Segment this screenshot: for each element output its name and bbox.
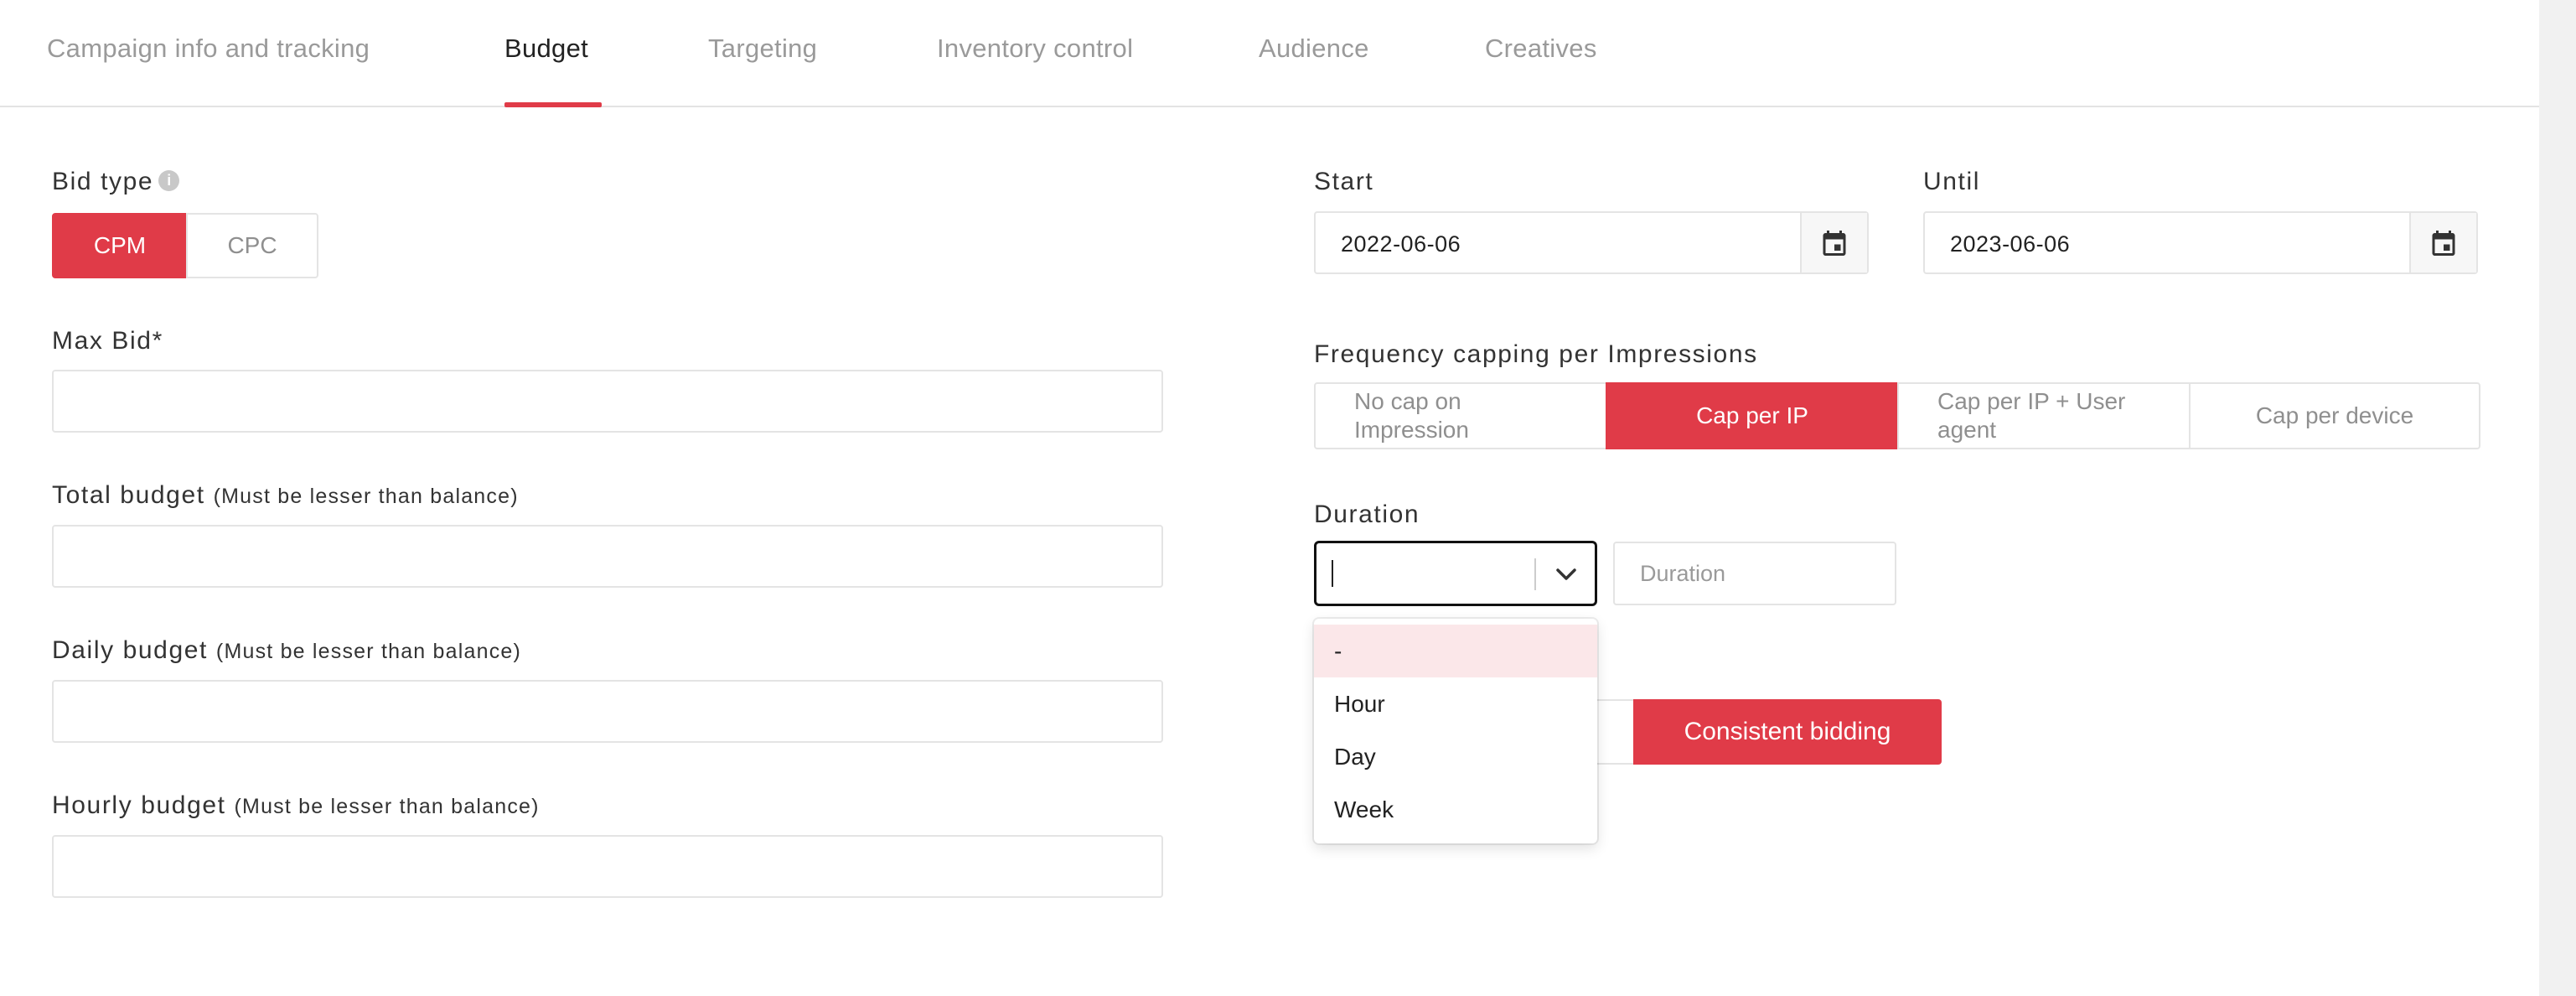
max-bid-input[interactable]: [52, 370, 1163, 433]
bid-type-label: Bid type i: [52, 168, 180, 196]
bid-type-text: Bid type: [52, 168, 154, 195]
freq-no-cap-line2: Impression: [1354, 417, 1469, 443]
until-date-value: 2023-06-06: [1950, 231, 2071, 257]
page-scroll-gutter: [2539, 0, 2576, 996]
calendar-icon: [2432, 230, 2455, 256]
freq-no-cap-label: No cap on Impression: [1354, 387, 1469, 444]
duration-dropdown-menu: - Hour Day Week: [1314, 619, 1597, 843]
duration-select[interactable]: [1314, 541, 1597, 606]
duration-option-day[interactable]: Day: [1314, 730, 1597, 783]
daily-budget-text: Daily budget: [52, 636, 208, 664]
total-budget-label: Total budget (Must be lesser than balanc…: [52, 481, 519, 510]
hourly-budget-input[interactable]: [52, 835, 1163, 898]
tab-budget[interactable]: Budget: [504, 34, 588, 64]
freq-cap-ip-ua-line1: Cap per IP + User: [1937, 388, 2126, 414]
bid-type-cpm-button[interactable]: CPM: [52, 213, 188, 278]
start-label: Start: [1314, 168, 1374, 195]
freq-cap-ip-ua-line2: agent: [1937, 417, 1997, 443]
start-date-field[interactable]: 2022-06-06: [1314, 211, 1869, 274]
hourly-budget-hint: (Must be lesser than balance): [234, 795, 540, 818]
tab-audience[interactable]: Audience: [1259, 34, 1369, 64]
start-calendar-button[interactable]: [1800, 213, 1867, 272]
hourly-budget-text: Hourly budget: [52, 791, 226, 819]
daily-budget-input[interactable]: [52, 680, 1163, 743]
total-budget-text: Total budget: [52, 481, 205, 509]
duration-option-hour[interactable]: Hour: [1314, 677, 1597, 730]
active-tab-indicator: [504, 102, 602, 107]
budget-page: Campaign info and tracking Budget Target…: [0, 0, 2539, 996]
tab-inventory-control[interactable]: Inventory control: [937, 34, 1133, 64]
chevron-down-icon: [1556, 568, 1576, 580]
tab-targeting[interactable]: Targeting: [708, 34, 817, 64]
freq-cap-per-device-button[interactable]: Cap per device: [2189, 382, 2480, 449]
freq-cap-per-ip-ua-button[interactable]: Cap per IP + User agent: [1897, 382, 2191, 449]
bid-type-cpc-button[interactable]: CPC: [186, 213, 318, 278]
duration-option-none[interactable]: -: [1314, 625, 1597, 677]
tab-bar: Campaign info and tracking Budget Target…: [0, 0, 2539, 107]
calendar-icon: [1823, 230, 1846, 256]
max-bid-label: Max Bid*: [52, 327, 163, 355]
tab-campaign-info[interactable]: Campaign info and tracking: [47, 34, 370, 64]
freq-cap-per-ip-ua-label: Cap per IP + User agent: [1937, 387, 2125, 444]
daily-budget-label: Daily budget (Must be lesser than balanc…: [52, 636, 521, 665]
daily-budget-hint: (Must be lesser than balance): [215, 640, 522, 663]
duration-label: Duration: [1314, 501, 1420, 528]
info-icon[interactable]: i: [158, 169, 180, 191]
total-budget-hint: (Must be lesser than balance): [213, 485, 519, 508]
freq-no-cap-line1: No cap on: [1354, 388, 1461, 414]
hourly-budget-label: Hourly budget (Must be lesser than balan…: [52, 791, 540, 820]
consistent-bidding-button[interactable]: Consistent bidding: [1633, 699, 1942, 765]
until-date-field[interactable]: 2023-06-06: [1923, 211, 2478, 274]
freq-cap-per-ip-button[interactable]: Cap per IP: [1606, 382, 1899, 449]
freq-no-cap-button[interactable]: No cap on Impression: [1314, 382, 1607, 449]
duration-option-week[interactable]: Week: [1314, 783, 1597, 836]
tab-creatives[interactable]: Creatives: [1485, 34, 1597, 64]
total-budget-input[interactable]: [52, 525, 1163, 588]
duration-input-field[interactable]: [1613, 542, 1896, 605]
until-calendar-button[interactable]: [2409, 213, 2476, 272]
until-label: Until: [1923, 168, 1981, 195]
duration-input[interactable]: [1615, 543, 1895, 604]
select-separator: [1534, 558, 1536, 590]
start-date-value: 2022-06-06: [1341, 231, 1461, 257]
text-cursor: [1332, 560, 1333, 587]
dropdown-toggle[interactable]: [1548, 557, 1585, 592]
frequency-capping-label: Frequency capping per Impressions: [1314, 340, 1758, 368]
